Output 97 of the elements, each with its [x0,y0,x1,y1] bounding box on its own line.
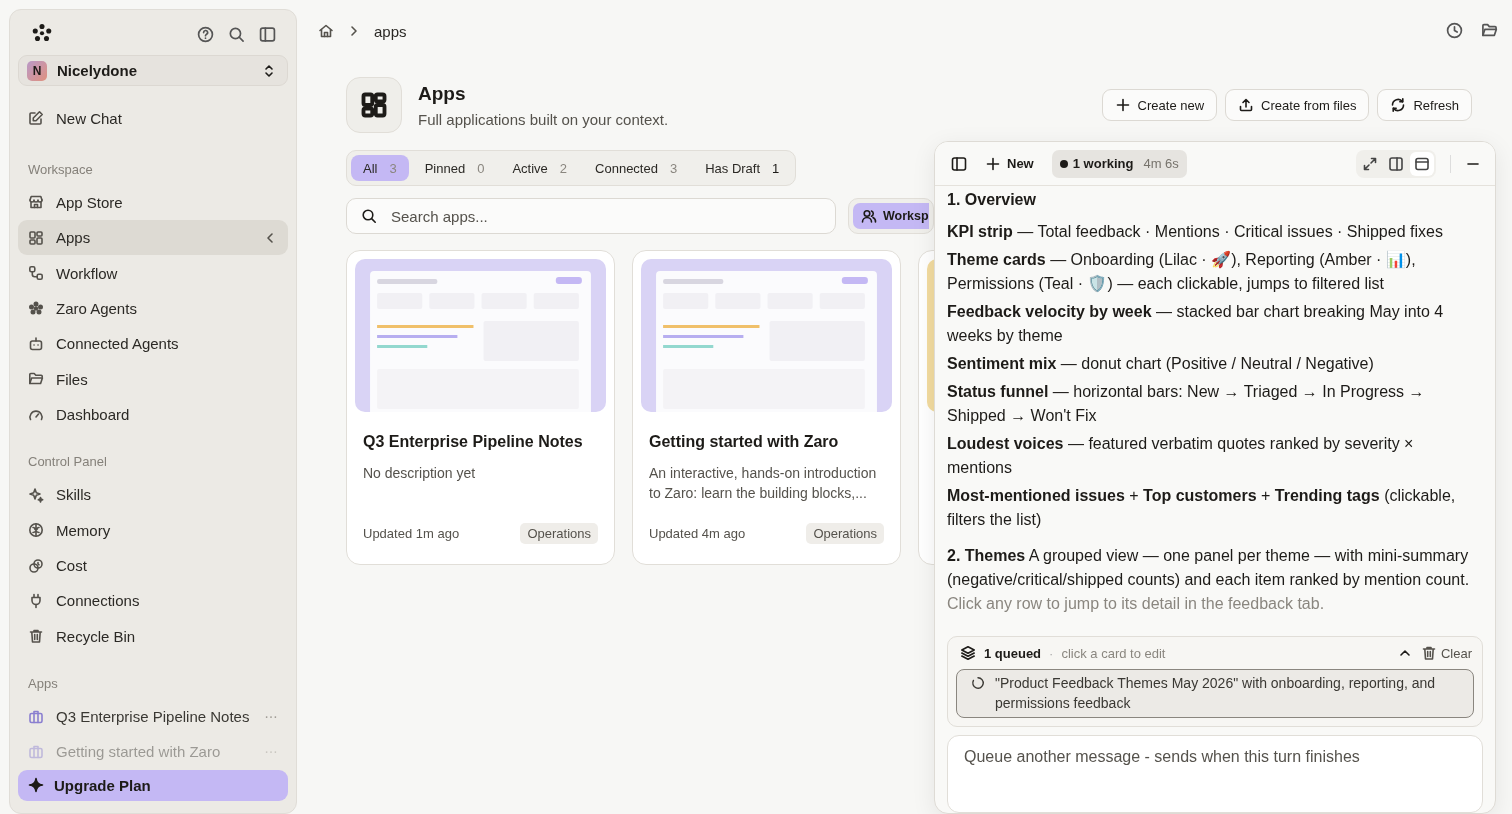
briefcase-icon [28,743,44,760]
store-icon [28,194,44,211]
sidebar-item[interactable]: Recycle Bin [18,618,288,654]
message-text: KPI strip — Total feedback · Mentions · Critical issues · Shipped fixes [947,222,1444,242]
window-icon [1414,155,1430,172]
status-chip[interactable]: 1 working 4m 6s [1051,149,1187,178]
sidebar-toggle-icon[interactable] [951,155,967,172]
card-description: An interactive, hands-on introduction to Zaro: learn the building blocks,... [649,464,878,503]
app-item[interactable]: Q3 Enterprise Pipeline Notes [18,698,288,735]
page-title: Apps [418,82,467,105]
updated-time: Updated 1m ago [363,526,460,541]
sidebar-item[interactable]: Zaro Agents [18,290,288,327]
trash-icon [1420,645,1437,661]
filter-tab[interactable]: Connected 3 [583,155,690,181]
new-chat-item[interactable]: New Chat [18,100,288,136]
search-field[interactable]: Search apps... [389,206,821,226]
trash-icon [28,628,44,645]
workspace-avatar: N [27,60,47,81]
updated-time: Updated 4m ago [649,526,746,541]
header-button[interactable]: Create from files [1225,89,1370,121]
message-box[interactable]: Queue another message - sends when this turn finishes [947,735,1483,813]
message-text: Theme cards — Onboarding (Lilac · 🚀), Reporting (Amber · 📊), Permissions (Teal · 🛡) — each clickable, jumps to filtered list [947,250,1417,294]
sidebar-item[interactable]: Files [18,361,288,397]
filter-tab[interactable]: All 3 [351,155,409,181]
page-subtitle: Full applications built on your context. [418,110,670,128]
sparkle-icon [28,486,44,503]
sidebar-item[interactable]: Cost [18,547,288,584]
window-view-button[interactable] [1410,151,1434,176]
breadcrumb-link[interactable]: apps [374,22,407,40]
message-text: Feedback velocity by week — stacked bar chart breaking May into 4 weeks by theme [947,302,1445,346]
history-icon[interactable] [1446,22,1463,39]
plus-icon [1114,97,1131,113]
search-icon[interactable] [228,25,245,43]
scope-button[interactable]: Worksp [853,203,929,229]
sidebar-item[interactable]: Skills [18,477,288,513]
workspace-switcher[interactable]: N Nicelydone [18,55,288,87]
message-text: Sentiment mix — donut chart (Positive / Neutral / Negative) [947,354,1375,374]
search-icon [361,208,377,224]
message-heading: 1. Overview [947,190,1037,210]
sidebar-item[interactable]: Dashboard [18,396,288,433]
sidebar-item[interactable]: Memory [18,512,288,548]
layers-icon [960,645,976,661]
upgrade-button[interactable]: Upgrade Plan [18,769,288,802]
header-button[interactable]: Refresh [1377,89,1472,121]
coins-icon [28,557,44,574]
users-icon [861,208,877,224]
search-box[interactable]: Search apps... [346,198,836,234]
category-tag: Operations [806,523,884,544]
message-text: Click any row to jump to its detail in the feedback tab. [947,594,1326,614]
plus-icon [985,155,1001,172]
plug-icon [28,592,44,609]
sidebar-item[interactable]: App Store [18,184,288,221]
section-label: Apps [27,675,59,691]
message-text: 2. Themes A grouped view — one panel per theme — with mini-summary (negative/critical/shipped counts) and each item ranked by mention count. [947,546,1471,590]
upload-icon [1238,97,1255,113]
queue-count: 1 queued [984,645,1042,661]
queue-hint: click a card to edit [1061,645,1167,661]
clear-button[interactable]: Clear [1420,645,1472,661]
grid-icon [360,91,388,119]
category-tag: Operations [520,523,598,544]
message-text: Loudest voices — featured verbatim quotes ranked by severity × mentions [947,434,1415,478]
message-text: Status funnel — horizontal bars: New → Triaged → In Progress → Shipped → Won't Fix [947,382,1426,426]
sidebar-toggle-icon[interactable] [259,25,276,43]
app-card[interactable]: Getting started with Zaro An interactive, hands-on introduction to Zaro: learn the building blocks,... Updated 4m ago Operations [632,250,901,565]
folder-icon[interactable] [1481,22,1498,39]
filter-tab[interactable]: Active 2 [500,155,580,181]
card-title: Getting started with Zaro [649,433,840,451]
header-button[interactable]: Create new [1101,89,1218,121]
home-icon[interactable] [318,23,334,39]
sidebar-item[interactable]: Connected Agents [18,326,288,362]
help-icon[interactable] [197,25,214,43]
app-card[interactable]: Q3 Enterprise Pipeline Notes No description yet Updated 1m ago Operations [346,250,615,565]
section-label: Workspace [27,161,94,177]
separator-dot: · [1049,645,1054,661]
filter-tab[interactable]: Pinned 0 [412,155,497,181]
sparkle-icon [28,777,44,794]
sidebar-item[interactable]: Connections [18,583,288,619]
card-description: No description yet [363,464,477,483]
new-chat-button[interactable]: New [981,155,1038,172]
briefcase-icon [28,708,44,725]
queued-message[interactable]: "Product Feedback Themes May 2026" with onboarding, reporting, and permissions feedback [956,669,1474,718]
spinner-icon [971,676,985,690]
grid-icon [28,229,44,246]
sidebar-item[interactable]: Apps [18,220,288,256]
workflow-icon [28,265,44,282]
message-input[interactable]: Queue another message - sends when this turn finishes [962,746,1468,802]
filter-tab[interactable]: Has Draft 1 [693,155,792,181]
card-title: Q3 Enterprise Pipeline Notes [363,433,584,451]
edit-icon [28,110,44,127]
refresh-icon [1390,97,1407,113]
split-view-icon[interactable] [1388,155,1404,172]
section-label: Control Panel [27,454,108,470]
message-text: Most-mentioned issues + Top customers + Trending tags (clickable, filters the list) [947,486,1457,530]
dots-icon [28,300,44,317]
sidebar-item[interactable]: Workflow [18,255,288,291]
robot-icon [28,335,44,352]
expand-icon[interactable] [1362,155,1378,172]
